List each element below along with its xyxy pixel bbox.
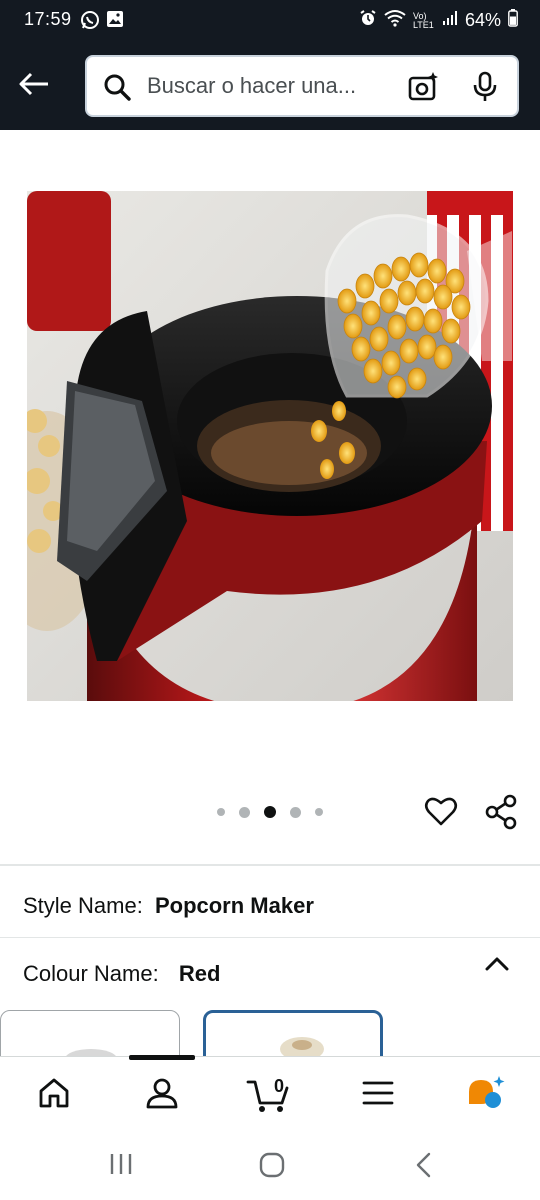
popcorn-maker-illustration: [27, 191, 513, 701]
menu-icon: [362, 1080, 394, 1111]
home-circle-icon[interactable]: [258, 1151, 286, 1184]
search-box[interactable]: [85, 55, 519, 117]
microphone-icon[interactable]: [471, 71, 499, 108]
back-chevron-icon[interactable]: [412, 1151, 436, 1184]
style-name-row: Style Name: Popcorn Maker: [23, 893, 314, 919]
chevron-up-icon: [484, 957, 510, 977]
carousel-dot[interactable]: [290, 806, 301, 818]
cart-count: 0: [274, 1076, 285, 1096]
share-icon: [484, 794, 518, 834]
status-bar: 17:59 Vo) LTE1 64%: [0, 0, 540, 40]
battery-icon: [508, 9, 518, 32]
wishlist-button[interactable]: [424, 794, 458, 833]
home-icon: [37, 1077, 71, 1114]
carousel-dots[interactable]: [217, 806, 323, 818]
rufus-icon: [465, 1074, 507, 1117]
system-nav-bar: [0, 1131, 540, 1200]
divider: [0, 864, 540, 866]
alarm-icon: [359, 9, 377, 32]
colour-name-label: Colour Name:: [23, 961, 159, 986]
camera-scan-icon[interactable]: [407, 71, 439, 108]
product-image[interactable]: [27, 191, 513, 701]
nav-home[interactable]: [24, 1071, 84, 1119]
battery-percent: 64%: [464, 10, 501, 30]
heart-icon: [424, 797, 458, 832]
signal-icon: [442, 10, 458, 31]
arrow-left-icon: [18, 71, 50, 102]
carousel-dot-active[interactable]: [264, 806, 276, 818]
style-name-value: Popcorn Maker: [154, 893, 314, 918]
back-button[interactable]: [12, 64, 56, 108]
search-icon: [103, 73, 131, 106]
recent-apps-icon[interactable]: [108, 1151, 134, 1182]
wifi-icon: [384, 9, 406, 32]
account-icon: [145, 1076, 179, 1115]
divider: [0, 937, 540, 938]
header-bar: [0, 40, 540, 130]
search-input[interactable]: [147, 67, 383, 105]
nav-menu[interactable]: [348, 1071, 408, 1119]
nav-account[interactable]: [132, 1071, 192, 1119]
carousel-dot[interactable]: [239, 806, 250, 818]
carousel-dot[interactable]: [315, 808, 323, 816]
carousel-dot[interactable]: [217, 808, 225, 816]
colour-name-row: Colour Name: Red: [23, 961, 220, 987]
cart-icon: 0: [246, 1076, 290, 1114]
status-time: 17:59: [24, 9, 72, 29]
colour-name-value: Red: [178, 961, 221, 986]
whatsapp-icon: [80, 10, 100, 35]
network-label: Vo) LTE1: [412, 10, 434, 30]
collapse-button[interactable]: [484, 955, 510, 978]
nav-rufus[interactable]: [456, 1071, 516, 1119]
active-tab-indicator: [129, 1055, 195, 1060]
share-button[interactable]: [484, 794, 518, 835]
bottom-nav: 0: [0, 1055, 540, 1131]
gallery-icon: [106, 10, 124, 35]
nav-cart[interactable]: 0: [238, 1071, 298, 1119]
style-name-label: Style Name:: [23, 893, 143, 918]
